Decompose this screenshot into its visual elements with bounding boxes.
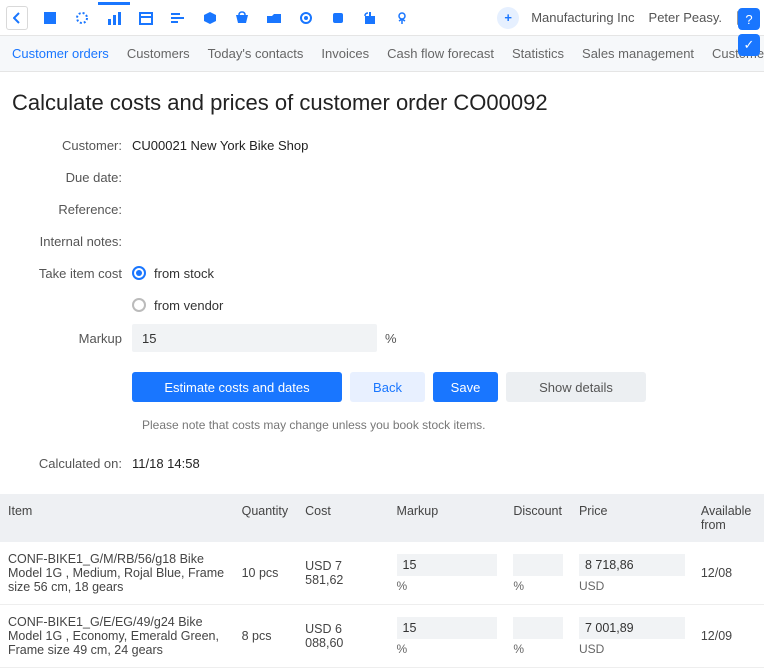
- estimate-button[interactable]: Estimate costs and dates: [132, 372, 342, 402]
- markup-input[interactable]: [132, 324, 377, 352]
- th-avail: Available from: [693, 494, 764, 542]
- radio-checked-icon: [132, 266, 146, 280]
- cell-avail: 12/08: [693, 542, 764, 605]
- calculated-value: 11/18 14:58: [132, 456, 200, 471]
- items-table-wrap: Item Quantity Cost Markup Discount Price…: [0, 494, 764, 668]
- row-markup-input[interactable]: [397, 554, 498, 576]
- cell-cost: USD 6 088,60: [297, 605, 388, 668]
- row-markup-input[interactable]: [397, 617, 498, 639]
- takecost-from-vendor[interactable]: from vendor: [132, 298, 223, 313]
- customer-value: CU00021 New York Bike Shop: [132, 138, 308, 153]
- user-name[interactable]: Peter Peasy.: [649, 10, 722, 25]
- module-icon-5[interactable]: [162, 2, 194, 34]
- add-button[interactable]: +: [497, 7, 519, 29]
- row-discount-input[interactable]: [513, 554, 563, 576]
- takecost-opt2-label: from vendor: [154, 298, 223, 313]
- page-title: Calculate costs and prices of customer o…: [0, 72, 764, 132]
- th-price: Price: [571, 494, 693, 542]
- check-badge[interactable]: ✓: [738, 34, 760, 56]
- row-price-input[interactable]: [579, 617, 685, 639]
- cell-item: CONF-BIKE1_G/M/RB/56/g18 Bike Model 1G ,…: [0, 542, 234, 605]
- cost-note: Please note that costs may change unless…: [142, 418, 752, 432]
- nav-back-button[interactable]: [6, 6, 28, 30]
- tab-customer-orders[interactable]: Customer orders: [12, 46, 109, 61]
- module-icon-10[interactable]: [322, 2, 354, 34]
- row-markup-unit: %: [397, 642, 498, 656]
- module-icon-11[interactable]: [354, 2, 386, 34]
- show-details-button[interactable]: Show details: [506, 372, 646, 402]
- table-row: CONF-BIKE1_G/M/RB/56/g18 Bike Model 1G ,…: [0, 542, 764, 605]
- cell-qty: 8 pcs: [234, 605, 298, 668]
- reference-label: Reference:: [12, 202, 132, 217]
- help-badge[interactable]: ?: [738, 8, 760, 30]
- row-price-unit: USD: [579, 579, 685, 593]
- th-item: Item: [0, 494, 234, 542]
- markup-label: Markup: [12, 331, 132, 346]
- cell-item: CONF-BIKE1_G/E/EG/49/g24 Bike Model 1G ,…: [0, 605, 234, 668]
- company-name[interactable]: Manufacturing Inc: [531, 10, 634, 25]
- save-button[interactable]: Save: [433, 372, 498, 402]
- row-price-unit: USD: [579, 642, 685, 656]
- row-discount-unit: %: [513, 642, 563, 656]
- table-row: CONF-BIKE1_G/E/EG/49/g24 Bike Model 1G ,…: [0, 605, 764, 668]
- back-button[interactable]: Back: [350, 372, 425, 402]
- row-discount-input[interactable]: [513, 617, 563, 639]
- radio-unchecked-icon: [132, 298, 146, 312]
- takecost-from-stock[interactable]: from stock: [132, 266, 214, 281]
- tab-customers[interactable]: Customers: [127, 46, 190, 61]
- cell-cost: USD 7 581,62: [297, 542, 388, 605]
- th-discount: Discount: [505, 494, 571, 542]
- tab-statistics[interactable]: Statistics: [512, 46, 564, 61]
- customer-label: Customer:: [12, 138, 132, 153]
- markup-unit: %: [385, 331, 397, 346]
- cell-avail: 12/09: [693, 605, 764, 668]
- module-icon-12[interactable]: [386, 2, 418, 34]
- cell-qty: 10 pcs: [234, 542, 298, 605]
- calculated-label: Calculated on:: [12, 456, 132, 471]
- section-tabs: Customer orders Customers Today's contac…: [0, 36, 764, 72]
- module-icon-8[interactable]: [258, 2, 290, 34]
- items-table: Item Quantity Cost Markup Discount Price…: [0, 494, 764, 668]
- module-icon-4[interactable]: [130, 2, 162, 34]
- module-icon-2[interactable]: [66, 2, 98, 34]
- tab-sales-mgmt[interactable]: Sales management: [582, 46, 694, 61]
- module-icon-6[interactable]: [194, 2, 226, 34]
- module-icon-1[interactable]: [34, 2, 66, 34]
- module-icon-7[interactable]: [226, 2, 258, 34]
- takecost-label: Take item cost: [12, 266, 132, 281]
- module-icon-3[interactable]: [98, 2, 130, 34]
- form-area: Customer: CU00021 New York Bike Shop Due…: [0, 132, 764, 476]
- side-badges: ? ✓: [738, 8, 760, 56]
- notes-label: Internal notes:: [12, 234, 132, 249]
- th-qty: Quantity: [234, 494, 298, 542]
- tab-cash-flow[interactable]: Cash flow forecast: [387, 46, 494, 61]
- module-icons: [34, 2, 418, 34]
- row-price-input[interactable]: [579, 554, 685, 576]
- tab-todays-contacts[interactable]: Today's contacts: [208, 46, 304, 61]
- tab-invoices[interactable]: Invoices: [321, 46, 369, 61]
- duedate-label: Due date:: [12, 170, 132, 185]
- takecost-opt1-label: from stock: [154, 266, 214, 281]
- module-icon-9[interactable]: [290, 2, 322, 34]
- row-discount-unit: %: [513, 579, 563, 593]
- th-cost: Cost: [297, 494, 388, 542]
- th-markup: Markup: [389, 494, 506, 542]
- table-header-row: Item Quantity Cost Markup Discount Price…: [0, 494, 764, 542]
- app-toolbar: + Manufacturing Inc Peter Peasy. ? ✓: [0, 0, 764, 36]
- row-markup-unit: %: [397, 579, 498, 593]
- button-row: Estimate costs and dates Back Save Show …: [132, 372, 646, 402]
